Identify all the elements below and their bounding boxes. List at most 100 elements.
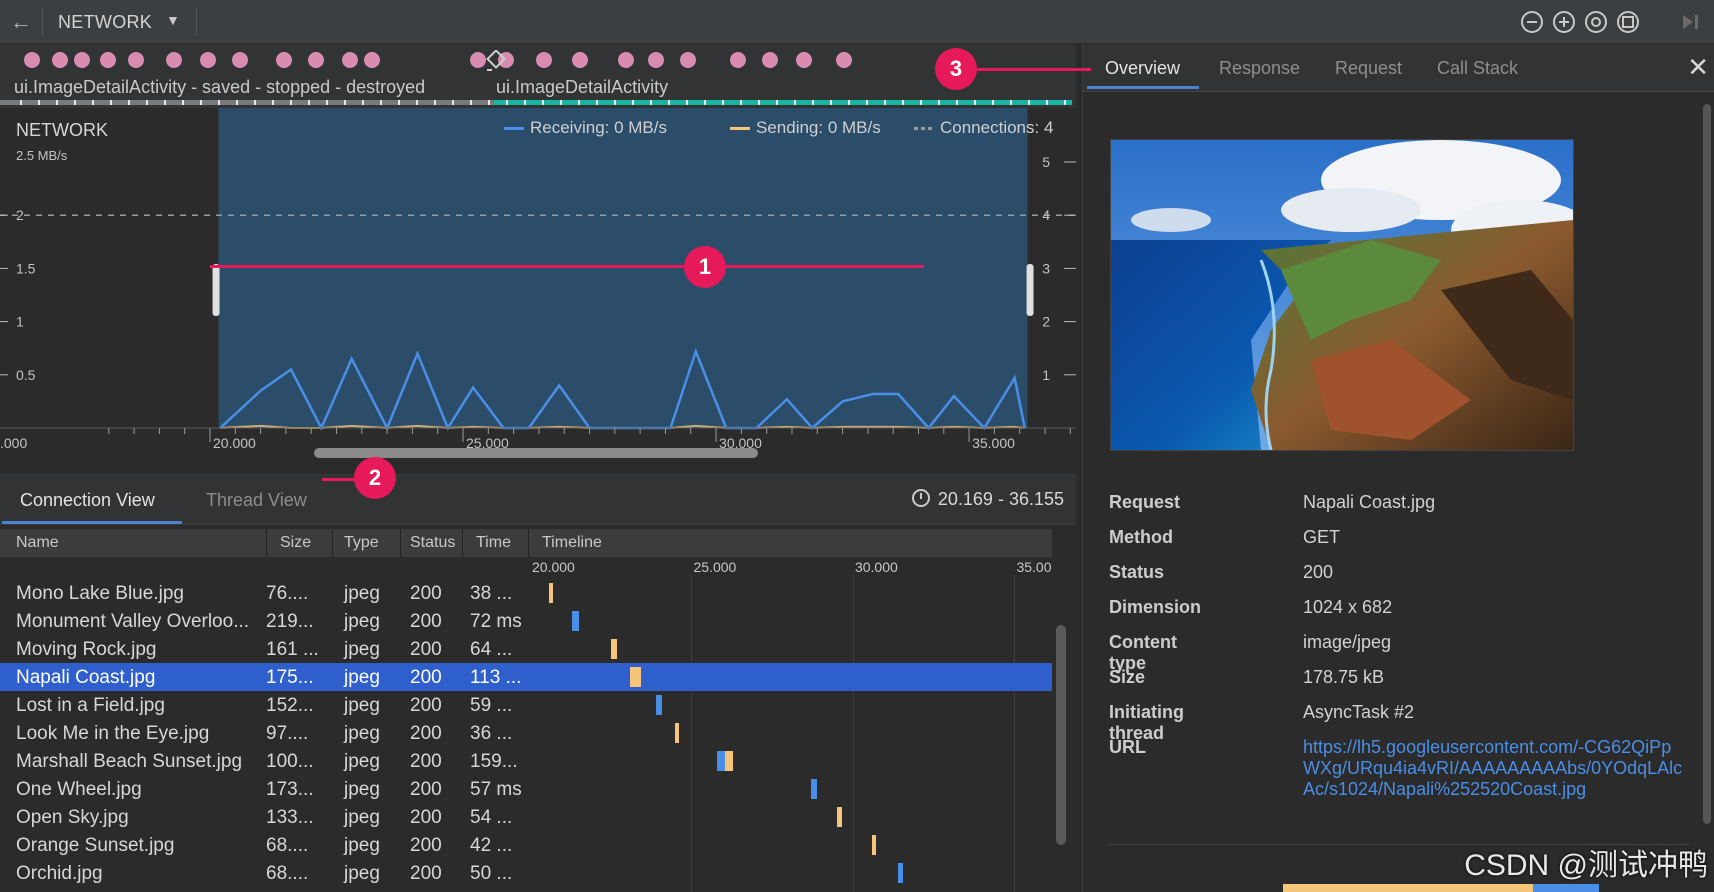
user-event-dot[interactable]	[308, 52, 324, 68]
detail-scrollbar[interactable]	[1703, 104, 1711, 824]
timeline-bar	[898, 863, 904, 883]
column-status[interactable]: Status	[410, 534, 455, 552]
user-event-dot[interactable]	[232, 52, 248, 68]
user-event-dot[interactable]	[100, 52, 116, 68]
cell-time: 54 ...	[470, 807, 513, 828]
event-tick	[74, 100, 76, 105]
user-event-dot[interactable]	[342, 52, 358, 68]
y2-tick-label: 1	[1042, 367, 1050, 383]
table-header: Name Size Type Status Time Timeline	[0, 529, 1052, 557]
event-tick	[542, 100, 544, 105]
cell-time: 57 ms	[470, 779, 522, 800]
column-separator[interactable]	[462, 529, 463, 557]
back-arrow-icon[interactable]: ←	[8, 9, 34, 35]
event-tick	[488, 100, 490, 105]
user-event-dot[interactable]	[618, 52, 634, 68]
legend-sending: Sending: 0 MB/s	[730, 118, 881, 138]
table-row[interactable]: Open Sky.jpg 133... jpeg 200 54 ...	[0, 803, 1052, 831]
table-row[interactable]: One Wheel.jpg 173... jpeg 200 57 ms	[0, 775, 1052, 803]
table-row[interactable]: Orchid.jpg 68.... jpeg 200 50 ...	[0, 859, 1052, 887]
cell-type: jpeg	[344, 667, 380, 688]
event-tick	[236, 100, 238, 105]
profiler-selector[interactable]: NETWORK	[58, 12, 152, 33]
cell-size: 68....	[266, 835, 309, 856]
column-separator[interactable]	[266, 529, 267, 557]
timeline-tick-label: 25.000	[693, 559, 737, 575]
user-event-dot[interactable]	[276, 52, 292, 68]
column-size[interactable]: Size	[280, 534, 311, 552]
user-event-dot[interactable]	[730, 52, 746, 68]
user-event-dot[interactable]	[128, 52, 144, 68]
user-event-dot[interactable]	[796, 52, 812, 68]
table-row[interactable]: Look Me in the Eye.jpg 97.... jpeg 200 36 ..…	[0, 719, 1052, 747]
user-event-dot[interactable]	[24, 52, 40, 68]
request-url-link[interactable]: https://lh5.googleusercontent.com/-CG62Q…	[1303, 737, 1683, 800]
column-name[interactable]: Name	[16, 534, 59, 552]
zoom-in-icon[interactable]	[1550, 8, 1578, 36]
timing-bar-sending	[1283, 884, 1533, 892]
table-row[interactable]: Napali Coast.jpg 175... jpeg 200 113 ...	[0, 663, 1052, 691]
tab-call-stack[interactable]: Call Stack	[1437, 58, 1518, 79]
cell-name: Moving Rock.jpg	[16, 639, 157, 660]
cell-status: 200	[410, 835, 442, 856]
reset-zoom-icon[interactable]	[1582, 8, 1610, 36]
cell-type: jpeg	[344, 751, 380, 772]
cell-type: jpeg	[344, 863, 380, 884]
tab-overview[interactable]: Overview	[1105, 58, 1180, 79]
tab-response[interactable]: Response	[1219, 58, 1300, 79]
table-row[interactable]: Orange Sunset.jpg 68.... jpeg 200 42 ...	[0, 831, 1052, 859]
cell-type: jpeg	[344, 695, 380, 716]
event-tick	[506, 100, 508, 105]
table-row[interactable]: Marshall Beach Sunset.jpg 100... jpeg 200 15…	[0, 747, 1052, 775]
user-event-dot[interactable]	[52, 52, 68, 68]
table-row[interactable]: Mono Lake Blue.jpg 76.... jpeg 200 38 ...	[0, 579, 1052, 607]
cell-type: jpeg	[344, 723, 380, 744]
zoom-out-icon[interactable]	[1518, 8, 1546, 36]
event-tick	[470, 100, 472, 105]
column-timeline[interactable]: Timeline	[542, 534, 602, 552]
fit-icon[interactable]	[1614, 8, 1642, 36]
column-type[interactable]: Type	[344, 534, 379, 552]
callout-line	[210, 265, 924, 268]
x-tick-label: 35.000	[972, 435, 1015, 451]
tab-thread-view[interactable]: Thread View	[206, 490, 307, 511]
column-separator[interactable]	[528, 529, 529, 557]
cell-size: 152...	[266, 695, 314, 716]
event-tick	[632, 100, 634, 105]
user-event-dot[interactable]	[536, 52, 552, 68]
jump-to-live-icon[interactable]	[1676, 8, 1704, 36]
tab-request[interactable]: Request	[1335, 58, 1402, 79]
user-event-dot[interactable]	[200, 52, 216, 68]
user-event-dot[interactable]	[572, 52, 588, 68]
close-icon[interactable]: ✕	[1687, 52, 1709, 83]
table-row[interactable]: Moving Rock.jpg 161 ... jpeg 200 64 ...	[0, 635, 1052, 663]
event-tick	[38, 100, 40, 105]
legend-sending-label: Sending: 0 MB/s	[756, 118, 881, 137]
column-separator[interactable]	[400, 529, 401, 557]
table-row[interactable]: Monument Valley Overloo... 219... jpeg 200 7…	[0, 607, 1052, 635]
user-event-dot[interactable]	[364, 52, 380, 68]
user-event-dot[interactable]	[648, 52, 664, 68]
column-time[interactable]: Time	[476, 534, 511, 552]
user-event-dot[interactable]	[762, 52, 778, 68]
chevron-down-icon[interactable]: ▼	[166, 12, 180, 28]
network-chart[interactable]: 2 1.5 1 0.5 5 4 3 2 1.000 20.000 25.000 30.000 35.00…	[0, 108, 1076, 468]
cell-name: Napali Coast.jpg	[16, 667, 156, 688]
table-row[interactable]: Lost in a Field.jpg 152... jpeg 200 59 ...	[0, 691, 1052, 719]
user-event-dot[interactable]	[836, 52, 852, 68]
cell-size: 175...	[266, 667, 314, 688]
rotate-screen-icon	[484, 49, 508, 74]
user-event-dot[interactable]	[166, 52, 182, 68]
table-scrollbar[interactable]	[1056, 625, 1066, 845]
column-separator[interactable]	[332, 529, 333, 557]
cell-name: Orchid.jpg	[16, 863, 103, 884]
event-tick	[974, 100, 976, 105]
event-tick	[290, 100, 292, 105]
user-event-dot[interactable]	[74, 52, 90, 68]
legend-swatch	[504, 127, 524, 131]
tab-connection-view[interactable]: Connection View	[20, 490, 155, 511]
user-event-dot[interactable]	[680, 52, 696, 68]
event-tick	[128, 100, 130, 105]
timeline-scrollbar[interactable]	[314, 448, 758, 458]
event-tick	[362, 100, 364, 105]
